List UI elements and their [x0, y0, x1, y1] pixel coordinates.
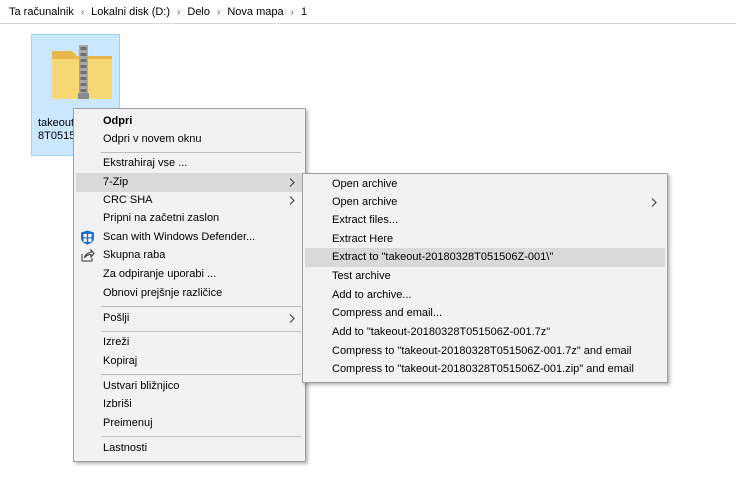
menu-item-label: Compress to "takeout-20180328T051506Z-00… [332, 345, 632, 357]
menu-item-label: Lastnosti [103, 442, 148, 454]
menu-item-label: Open archive [332, 196, 398, 208]
menu-item-label: Add to archive... [332, 289, 412, 301]
chevron-right-icon [651, 198, 657, 207]
menu-item-label: 7-Zip [103, 176, 129, 188]
menu-item-label: Compress and email... [332, 307, 443, 319]
share-icon [81, 248, 95, 262]
menu-item-7zip[interactable]: 7-Zip [76, 173, 303, 192]
menu-item-label: Skupna raba [103, 249, 166, 261]
chevron-right-icon[interactable]: › [291, 7, 294, 18]
context-menu: Odpri Odpri v novem oknu Ekstrahiraj vse… [73, 108, 306, 462]
submenu-item-extract-to[interactable]: Extract to "takeout-20180328T051506Z-001… [305, 248, 665, 267]
menu-item-open-new-window[interactable]: Odpri v novem oknu [76, 130, 303, 149]
menu-item-share[interactable]: Skupna raba [76, 246, 303, 265]
menu-item-label: Pošlji [103, 312, 130, 324]
menu-item-label: Odpri [103, 115, 133, 127]
menu-divider [101, 152, 301, 153]
menu-item-label: Compress to "takeout-20180328T051506Z-00… [332, 363, 634, 375]
menu-item-label: CRC SHA [103, 194, 153, 206]
submenu-item-test-archive[interactable]: Test archive [305, 267, 665, 286]
breadcrumb: Ta računalnik › Lokalni disk (D:) › Delo… [8, 6, 308, 18]
breadcrumb-item-delo[interactable]: Delo [186, 6, 211, 18]
menu-divider [101, 306, 301, 307]
menu-item-label: Extract Here [332, 233, 394, 245]
submenu-item-add-to-archive[interactable]: Add to archive... [305, 286, 665, 305]
submenu-item-extract-here[interactable]: Extract Here [305, 230, 665, 249]
menu-item-scan-defender[interactable]: Scan with Windows Defender... [76, 228, 303, 247]
menu-item-label: Open archive [332, 178, 398, 190]
chevron-right-icon [289, 314, 295, 323]
menu-item-copy[interactable]: Kopiraj [76, 352, 303, 371]
submenu-item-compress-zip-email[interactable]: Compress to "takeout-20180328T051506Z-00… [305, 360, 665, 379]
menu-item-rename[interactable]: Preimenuj [76, 414, 303, 433]
submenu-item-open-archive-more[interactable]: Open archive [305, 193, 665, 212]
menu-item-send-to[interactable]: Pošlji [76, 309, 303, 328]
breadcrumb-item-1[interactable]: 1 [300, 6, 308, 18]
menu-item-properties[interactable]: Lastnosti [76, 439, 303, 458]
menu-item-label: Ekstrahiraj vse ... [103, 157, 188, 169]
menu-item-label: Preimenuj [103, 417, 153, 429]
zip-folder-icon [52, 45, 112, 99]
menu-item-label: Za odpiranje uporabi ... [103, 268, 217, 280]
chevron-right-icon[interactable]: › [217, 7, 220, 18]
menu-divider [101, 436, 301, 437]
menu-item-cut[interactable]: Izreži [76, 333, 303, 352]
menu-item-label: Extract to "takeout-20180328T051506Z-001… [332, 251, 554, 263]
menu-item-label: Ustvari bližnjico [103, 380, 180, 392]
breadcrumb-item-this-pc[interactable]: Ta računalnik [8, 6, 75, 18]
submenu-item-compress-7z-email[interactable]: Compress to "takeout-20180328T051506Z-00… [305, 342, 665, 361]
menu-item-extract-all[interactable]: Ekstrahiraj vse ... [76, 154, 303, 173]
menu-item-label: Obnovi prejšnje različice [103, 287, 223, 299]
menu-divider [101, 374, 301, 375]
submenu-item-compress-email[interactable]: Compress and email... [305, 304, 665, 323]
menu-item-label: Izreži [103, 336, 130, 348]
menu-item-pin-start[interactable]: Pripni na začetni zaslon [76, 209, 303, 228]
address-bar[interactable]: Ta računalnik › Lokalni disk (D:) › Delo… [0, 0, 736, 24]
submenu-item-extract-files[interactable]: Extract files... [305, 211, 665, 230]
menu-item-crc-sha[interactable]: CRC SHA [76, 191, 303, 210]
menu-item-delete[interactable]: Izbriši [76, 395, 303, 414]
chevron-right-icon[interactable]: › [177, 7, 180, 18]
chevron-right-icon [289, 196, 295, 205]
menu-item-create-shortcut[interactable]: Ustvari bližnjico [76, 377, 303, 396]
menu-item-label: Test archive [332, 270, 391, 282]
breadcrumb-item-local-disk[interactable]: Lokalni disk (D:) [90, 6, 171, 18]
submenu-item-open-archive[interactable]: Open archive [305, 175, 665, 194]
menu-item-label: Izbriši [103, 398, 132, 410]
menu-item-label: Scan with Windows Defender... [103, 231, 256, 243]
chevron-right-icon [289, 178, 295, 187]
submenu-item-add-to-7z[interactable]: Add to "takeout-20180328T051506Z-001.7z" [305, 323, 665, 342]
breadcrumb-item-nova-mapa[interactable]: Nova mapa [226, 6, 284, 18]
menu-item-open-with[interactable]: Za odpiranje uporabi ... [76, 265, 303, 284]
menu-item-open[interactable]: Odpri [76, 112, 303, 131]
menu-item-label: Odpri v novem oknu [103, 133, 202, 145]
menu-item-restore-versions[interactable]: Obnovi prejšnje različice [76, 284, 303, 303]
menu-divider [101, 331, 301, 332]
chevron-right-icon[interactable]: › [81, 7, 84, 18]
menu-item-label: Extract files... [332, 214, 399, 226]
seven-zip-submenu: Open archive Open archive Extract files.… [302, 173, 668, 383]
menu-item-label: Kopiraj [103, 355, 138, 367]
windows-defender-icon [81, 230, 94, 245]
menu-item-label: Pripni na začetni zaslon [103, 212, 220, 224]
menu-item-label: Add to "takeout-20180328T051506Z-001.7z" [332, 326, 551, 338]
